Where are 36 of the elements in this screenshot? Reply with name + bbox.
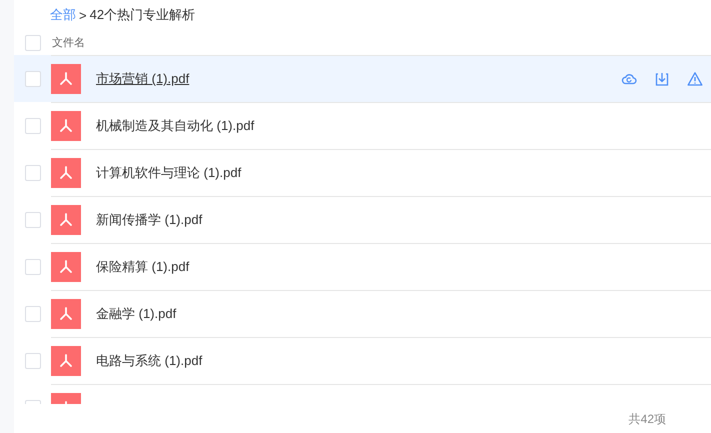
file-row[interactable]: 金融学 (1).pdf	[14, 290, 711, 337]
checkbox[interactable]	[25, 258, 41, 274]
pdf-file-icon	[51, 299, 81, 329]
checkbox[interactable]	[25, 306, 41, 322]
file-row[interactable]: 机械制造及其自动化 (1).pdf	[14, 102, 711, 149]
pdf-file-icon	[51, 346, 81, 376]
checkbox[interactable]	[25, 164, 41, 180]
checkbox[interactable]	[25, 118, 41, 134]
warning-icon[interactable]	[687, 71, 703, 87]
file-row[interactable]: 电路与系统 (1).pdf	[14, 337, 711, 384]
file-row[interactable]: 计算机软件与理论 (1).pdf	[14, 149, 711, 196]
pdf-file-icon	[51, 158, 81, 188]
select-all-checkbox[interactable]	[25, 34, 41, 50]
file-row[interactable]: 保险精算 (1).pdf	[14, 243, 711, 290]
download-icon[interactable]	[654, 71, 670, 87]
file-name[interactable]: 电路与系统 (1).pdf	[96, 352, 202, 370]
file-row[interactable]: 新闻传播学 (1).pdf	[14, 196, 711, 243]
breadcrumb-current: 42个热门专业解析	[90, 6, 196, 24]
pdf-file-icon	[51, 111, 81, 141]
pdf-file-icon	[51, 252, 81, 282]
file-name[interactable]: 保险精算 (1).pdf	[96, 258, 190, 276]
pdf-file-icon	[51, 64, 81, 94]
checkbox[interactable]	[25, 70, 41, 86]
checkbox[interactable]	[25, 212, 41, 228]
file-name[interactable]: 市场营销 (1).pdf	[96, 70, 190, 88]
file-name[interactable]: 新闻传播学 (1).pdf	[96, 211, 202, 229]
file-name[interactable]: 机械制造及其自动化 (1).pdf	[96, 117, 254, 135]
file-name[interactable]: 金融学 (1).pdf	[96, 305, 176, 323]
file-name[interactable]: 计算机软件与理论 (1).pdf	[96, 164, 242, 182]
column-header: 文件名	[52, 36, 85, 50]
file-row[interactable]: 市场营销 (1).pdf	[14, 55, 711, 102]
checkbox[interactable]	[25, 352, 41, 368]
item-count: 共42项	[628, 410, 666, 428]
breadcrumb-separator: >	[79, 8, 87, 22]
pdf-file-icon	[51, 205, 81, 235]
cloud-icon[interactable]	[621, 71, 637, 87]
